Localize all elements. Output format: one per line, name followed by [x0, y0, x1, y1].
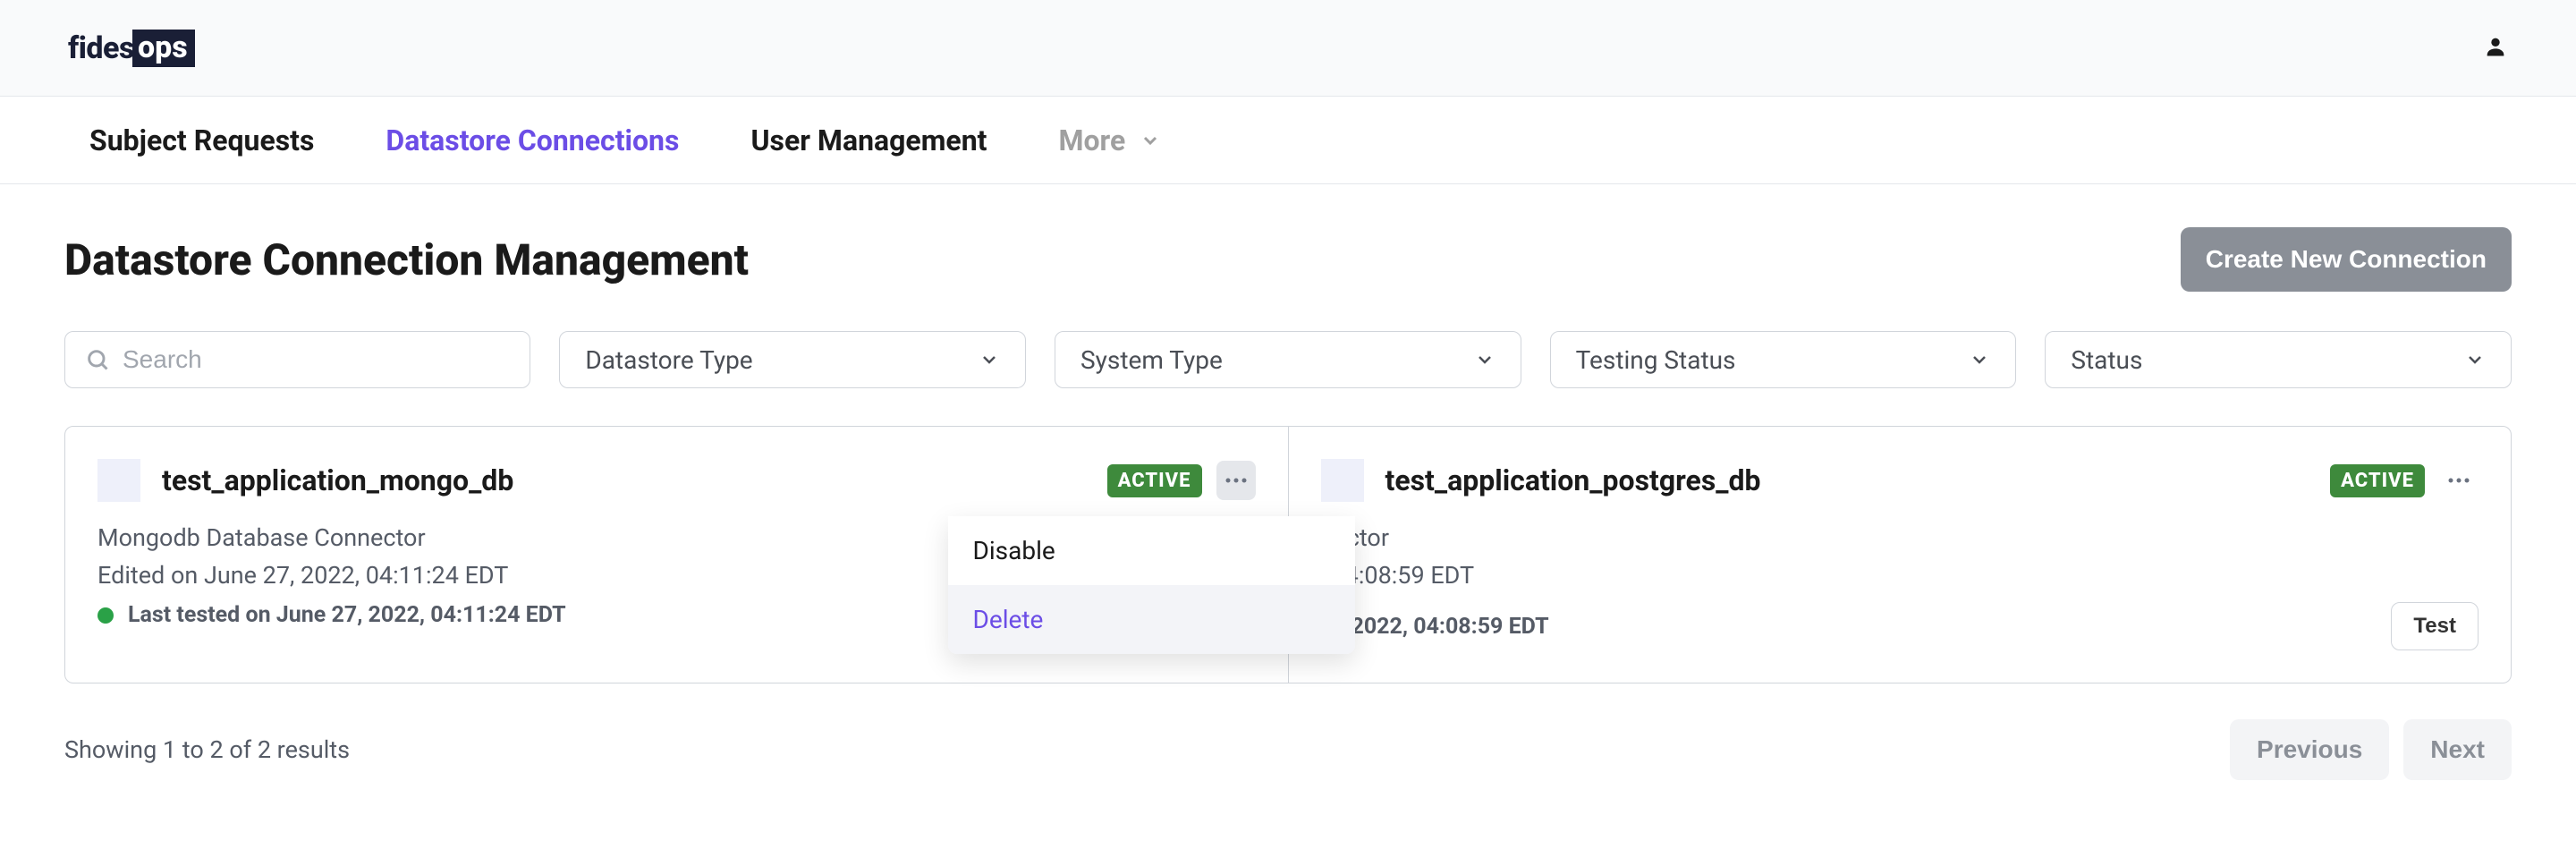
test-button[interactable]: Test: [2391, 602, 2479, 650]
pagination-buttons: Previous Next: [2230, 719, 2512, 780]
more-actions-button[interactable]: [1216, 461, 1256, 500]
connector-icon: [1321, 459, 1364, 502]
previous-button[interactable]: Previous: [2230, 719, 2389, 780]
status-badge: ACTIVE: [1107, 464, 1202, 497]
main-content: Datastore Connection Management Create N…: [0, 184, 2576, 816]
filter-datastore-type[interactable]: Datastore Type: [559, 331, 1026, 388]
connection-card: test_application_postgres_db ACTIVE nect…: [1289, 427, 2512, 683]
more-actions-button[interactable]: [2439, 461, 2479, 500]
chevron-down-icon: [1969, 349, 1990, 370]
top-header: fides ops: [0, 0, 2576, 97]
connection-card: test_application_mongo_db ACTIVE Mongodb…: [65, 427, 1289, 683]
logo[interactable]: fides ops: [68, 30, 195, 67]
logo-text-ops: ops: [132, 30, 195, 67]
card-actions: ACTIVE: [2330, 461, 2479, 500]
next-button[interactable]: Next: [2403, 719, 2512, 780]
connection-name: test_application_postgres_db: [1385, 463, 1761, 497]
filter-system-type[interactable]: System Type: [1055, 331, 1521, 388]
user-menu[interactable]: [2483, 34, 2508, 63]
filter-label: Datastore Type: [585, 345, 752, 375]
actions-dropdown: Disable Delete: [948, 516, 1355, 654]
nav-user-management[interactable]: User Management: [750, 123, 987, 157]
tested-row: Last tested on June 27, 2022, 04:11:24 E…: [97, 602, 566, 628]
menu-item-delete[interactable]: Delete: [948, 585, 1355, 654]
nav-more-label: More: [1058, 123, 1125, 157]
menu-item-disable[interactable]: Disable: [948, 516, 1355, 585]
ellipsis-icon: [1224, 477, 1248, 484]
nav-datastore-connections[interactable]: Datastore Connections: [386, 123, 679, 157]
create-connection-button[interactable]: Create New Connection: [2181, 227, 2512, 292]
chevron-down-icon: [2464, 349, 2486, 370]
chevron-down-icon: [979, 349, 1000, 370]
filter-label: Testing Status: [1576, 345, 1736, 375]
filter-testing-status[interactable]: Testing Status: [1550, 331, 2017, 388]
card-footer: 2022, 04:08:59 EDT Test: [1321, 602, 2479, 650]
search-icon: [85, 347, 110, 372]
filter-row: Datastore Type System Type Testing Statu…: [64, 331, 2512, 388]
ellipsis-icon: [2447, 477, 2470, 484]
card-title-row: test_application_postgres_db: [1321, 459, 1761, 502]
pagination: Showing 1 to 2 of 2 results Previous Nex…: [64, 719, 2512, 780]
tested-row: 2022, 04:08:59 EDT: [1321, 614, 1549, 640]
card-header: test_application_mongo_db ACTIVE: [97, 459, 1256, 502]
filter-label: System Type: [1080, 345, 1223, 375]
search-input[interactable]: [123, 345, 510, 374]
search-box[interactable]: [64, 331, 530, 388]
logo-text-fides: fides: [68, 30, 134, 66]
results-count: Showing 1 to 2 of 2 results: [64, 735, 350, 764]
nav-more[interactable]: More: [1058, 123, 1161, 157]
page-header: Datastore Connection Management Create N…: [64, 227, 2512, 292]
chevron-down-icon: [1474, 349, 1496, 370]
tested-timestamp: 2022, 04:08:59 EDT: [1352, 614, 1549, 640]
status-badge: ACTIVE: [2330, 464, 2425, 497]
status-dot-icon: [97, 607, 114, 624]
main-nav: Subject Requests Datastore Connections U…: [0, 97, 2576, 184]
filter-status[interactable]: Status: [2045, 331, 2512, 388]
card-title-row: test_application_mongo_db: [97, 459, 513, 502]
card-header: test_application_postgres_db ACTIVE: [1321, 459, 2479, 502]
card-actions: ACTIVE: [1107, 461, 1256, 500]
connector-icon: [97, 459, 140, 502]
chevron-down-icon: [1140, 130, 1161, 151]
page-title: Datastore Connection Management: [64, 234, 749, 285]
connection-cards: test_application_mongo_db ACTIVE Mongodb…: [64, 426, 2512, 683]
filter-label: Status: [2071, 345, 2142, 375]
connection-name: test_application_mongo_db: [162, 463, 513, 497]
connector-type: nector: [1321, 523, 2479, 552]
nav-subject-requests[interactable]: Subject Requests: [89, 123, 314, 157]
tested-timestamp: Last tested on June 27, 2022, 04:11:24 E…: [128, 602, 566, 628]
user-icon: [2483, 34, 2508, 59]
edited-timestamp: , 04:08:59 EDT: [1321, 561, 2479, 590]
